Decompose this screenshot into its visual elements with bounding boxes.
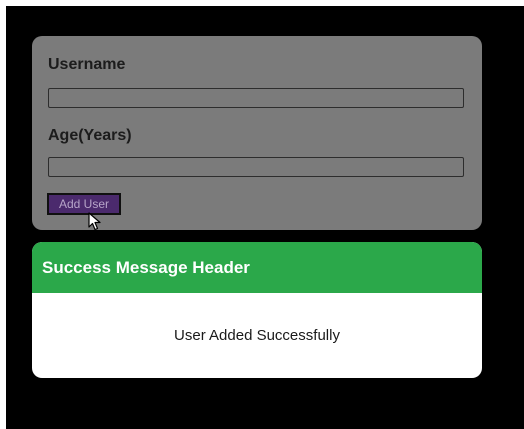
app-screen: Username Age(Years) Add User Success Mes… xyxy=(6,6,524,429)
add-user-button[interactable]: Add User xyxy=(47,193,121,215)
add-user-form: Username Age(Years) Add User xyxy=(32,36,482,230)
success-message: User Added Successfully xyxy=(174,327,340,344)
age-label: Age(Years) xyxy=(48,127,132,144)
age-input[interactable] xyxy=(48,157,464,177)
success-header: Success Message Header xyxy=(32,242,482,293)
username-label: Username xyxy=(48,56,126,73)
mouse-pointer-icon xyxy=(88,212,102,237)
username-input[interactable] xyxy=(48,88,464,108)
success-modal: Success Message Header User Added Succes… xyxy=(32,242,482,378)
